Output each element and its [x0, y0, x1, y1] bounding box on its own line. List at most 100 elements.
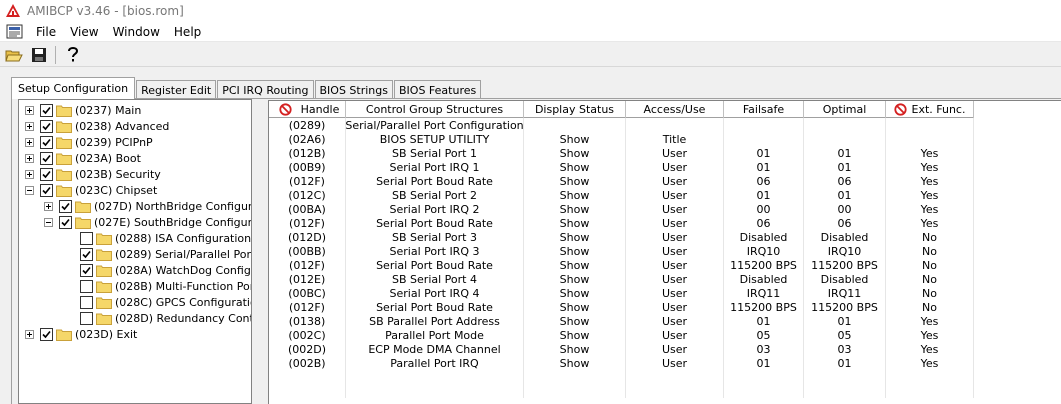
tree-checkbox[interactable]: [40, 151, 53, 165]
expand-plus-icon[interactable]: [25, 169, 34, 179]
tree-item-label: (023A) Boot: [75, 151, 141, 165]
tab-setup-configuration[interactable]: Setup Configuration: [11, 77, 136, 99]
cell-ext-func: Yes: [886, 146, 974, 160]
tree-item[interactable]: (023D) Exit: [25, 326, 137, 342]
tree-item[interactable]: (023C) Chipset: [25, 182, 157, 198]
tree-item[interactable]: (0288) ISA Configuration: [65, 230, 251, 246]
tree-checkbox[interactable]: [80, 263, 93, 277]
table-row[interactable]: (00BC) Serial Port IRQ 4 Show User IRQ11 IRQ1…: [269, 286, 974, 300]
table-row[interactable]: (0138) SB Parallel Port Address Show User 01…: [269, 314, 974, 328]
tree-item[interactable]: (0237) Main: [25, 102, 141, 118]
tree-item[interactable]: (0289) Serial/Parallel Port Cor: [65, 246, 251, 262]
menu-window[interactable]: Window: [106, 25, 167, 39]
cell-ext-func: No: [886, 286, 974, 300]
cell-display-status: Show: [524, 342, 626, 356]
table-row[interactable]: (002B) Parallel Port IRQ Show User 01 01 Yes: [269, 356, 974, 370]
table-row[interactable]: (02A6) BIOS SETUP UTILITY Show Title: [269, 132, 974, 146]
document-icon[interactable]: [6, 24, 24, 40]
tree-item[interactable]: (027D) NorthBridge Configuration: [44, 198, 251, 214]
setup-tree[interactable]: (0237) Main (0238) Advanced (0239) PCIPnP (…: [18, 99, 252, 404]
tree-checkbox[interactable]: [80, 247, 93, 261]
column-header-access-use[interactable]: Access/Use: [626, 101, 724, 118]
tree-folder: [56, 184, 75, 197]
column-header-handle[interactable]: Handle: [269, 101, 346, 118]
tree-checkbox[interactable]: [40, 183, 53, 197]
folder-icon: [96, 249, 112, 261]
table-row[interactable]: (012F) Serial Port Boud Rate Show User 06 06 Y…: [269, 216, 974, 230]
menu-file[interactable]: File: [29, 25, 63, 39]
save-button[interactable]: [28, 44, 50, 66]
table-row[interactable]: (00B9) Serial Port IRQ 1 Show User 01 01 Yes: [269, 160, 974, 174]
column-header-display-status[interactable]: Display Status: [524, 101, 626, 118]
tree-item[interactable]: (027E) SouthBridge Configuration: [44, 214, 251, 230]
table-row[interactable]: (00BB) Serial Port IRQ 3 Show User IRQ10 IRQ1…: [269, 244, 974, 258]
table-row[interactable]: (012F) Serial Port Boud Rate Show User 11520…: [269, 258, 974, 272]
collapse-minus-icon[interactable]: [44, 217, 53, 227]
cell-control-group: BIOS SETUP UTILITY: [346, 132, 524, 146]
table-row[interactable]: (012F) Serial Port Boud Rate Show User 06 06 Y…: [269, 174, 974, 188]
tab-bios-features[interactable]: BIOS Features: [394, 80, 482, 99]
table-row[interactable]: (002D) ECP Mode DMA Channel Show User 03 03 Ye…: [269, 342, 974, 356]
tree-checkbox[interactable]: [40, 119, 53, 133]
table-row[interactable]: (00BA) Serial Port IRQ 2 Show User 00 00 Yes: [269, 202, 974, 216]
tree-item[interactable]: (023A) Boot: [25, 150, 141, 166]
expand-plus-icon[interactable]: [25, 153, 34, 163]
tree-item-label: (023D) Exit: [75, 327, 138, 341]
cell-optimal: [804, 370, 886, 384]
tree-item[interactable]: (028C) GPCS Configuration: [65, 294, 251, 310]
cell-optimal: Disabled: [804, 272, 886, 286]
expand-plus-icon[interactable]: [44, 201, 53, 211]
tree-item[interactable]: (028B) Multi-Function Port Coi: [65, 278, 251, 294]
table-row[interactable]: (012D) SB Serial Port 3 Show User Disabled Di…: [269, 230, 974, 244]
setup-grid[interactable]: Handle Control Group Structures Display St…: [268, 100, 1061, 404]
tab-pci-irq-routing[interactable]: PCI IRQ Routing: [217, 80, 314, 99]
expand-plus-icon[interactable]: [25, 121, 34, 131]
tree-item[interactable]: (0238) Advanced: [25, 118, 169, 134]
cell-failsafe: 115200 BPS: [724, 258, 804, 272]
table-row[interactable]: [269, 370, 974, 384]
checkmark-icon: [42, 330, 51, 338]
expand-plus-icon[interactable]: [25, 137, 34, 147]
table-row[interactable]: [269, 384, 974, 398]
tree-item[interactable]: (028A) WatchDog Configurati: [65, 262, 251, 278]
tab-bios-strings[interactable]: BIOS Strings: [314, 80, 393, 99]
column-header-control-group[interactable]: Control Group Structures: [346, 101, 524, 118]
tree-checkbox[interactable]: [40, 103, 53, 117]
grid-header: Handle Control Group Structures Display St…: [269, 101, 974, 118]
tree-item[interactable]: (023B) Security: [25, 166, 161, 182]
menu-view[interactable]: View: [63, 25, 105, 39]
table-row[interactable]: (012E) SB Serial Port 4 Show User Disabled Di…: [269, 272, 974, 286]
expand-plus-icon[interactable]: [25, 329, 34, 339]
menu-help[interactable]: Help: [167, 25, 208, 39]
cell-ext-func: Yes: [886, 342, 974, 356]
tree-checkbox[interactable]: [40, 167, 53, 181]
table-row[interactable]: (012F) Serial Port Boud Rate Show User 11520…: [269, 300, 974, 314]
cell-access-use: User: [626, 230, 724, 244]
column-header-failsafe[interactable]: Failsafe: [724, 101, 804, 118]
collapse-minus-icon[interactable]: [25, 185, 34, 195]
table-row[interactable]: (012B) SB Serial Port 1 Show User 01 01 Yes: [269, 146, 974, 160]
column-header-optimal[interactable]: Optimal: [804, 101, 886, 118]
tree-checkbox[interactable]: [59, 199, 72, 213]
tree-checkbox[interactable]: [80, 279, 93, 293]
cell-ext-func: [886, 118, 974, 132]
tab-register-edit[interactable]: Register Edit: [136, 80, 217, 99]
help-button[interactable]: [62, 44, 84, 66]
tree-checkbox[interactable]: [80, 295, 93, 309]
tree-checkbox[interactable]: [59, 215, 72, 229]
table-row[interactable]: (0289) Serial/Parallel Port Configuration: [269, 118, 974, 132]
tree-folder: [56, 168, 75, 181]
tree-item[interactable]: (028D) Redundancy Control C: [65, 310, 251, 326]
cell-failsafe: [724, 384, 804, 398]
table-row[interactable]: (002C) Parallel Port Mode Show User 05 05 Yes: [269, 328, 974, 342]
column-header-ext-func[interactable]: Ext. Func.: [886, 101, 974, 118]
open-button[interactable]: [3, 44, 25, 66]
tree-checkbox[interactable]: [80, 311, 93, 325]
cell-access-use: User: [626, 328, 724, 342]
expand-plus-icon[interactable]: [25, 105, 34, 115]
tree-checkbox[interactable]: [40, 327, 53, 341]
tree-checkbox[interactable]: [40, 135, 53, 149]
table-row[interactable]: (012C) SB Serial Port 2 Show User 01 01 Yes: [269, 188, 974, 202]
tree-checkbox[interactable]: [80, 231, 93, 245]
tree-item[interactable]: (0239) PCIPnP: [25, 134, 153, 150]
